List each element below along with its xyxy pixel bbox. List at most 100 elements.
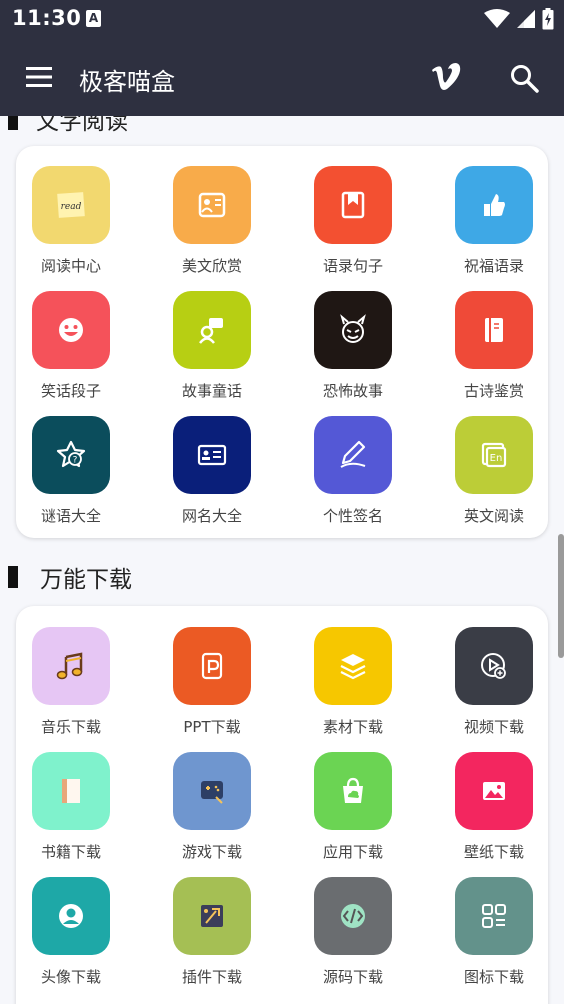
book-icon[interactable] [32,752,110,830]
grid-item-label: 素材下载 [322,718,383,736]
svg-text:En: En [490,453,503,464]
download-card: 音乐下载 PPT下载 素材下载 视频下载 书籍下载 游戏下载 应用下载 壁纸下载 头像下载 插件下… [16,606,548,1004]
svg-text:?: ? [73,456,78,466]
grid-item[interactable]: 祝福语录 [439,166,564,291]
riddle-star-icon[interactable]: ? [32,416,110,494]
vimeo-icon[interactable] [430,62,462,92]
poetry-book-icon[interactable] [455,291,533,369]
scrollbar[interactable] [558,534,564,658]
app-bar: 极客喵盒 [0,38,564,116]
status-icons [484,8,554,30]
grid-item-label: 游戏下载 [181,843,242,861]
music-note-icon[interactable] [32,627,110,705]
ppt-file-icon[interactable] [173,627,251,705]
grid-item[interactable]: 应用下载 [298,752,439,877]
wifi-icon [484,9,510,28]
grid-item-label: 祝福语录 [463,257,524,275]
game-controller-icon[interactable] [173,752,251,830]
storyteller-icon-glyph [199,318,223,344]
grid-item-label: 恐怖故事 [322,382,383,400]
grid-icon-glyph [482,904,506,928]
grid-item[interactable]: 图标下载 [439,877,564,1002]
profile-card-icon[interactable] [173,166,251,244]
signal-icon [517,10,535,28]
pen-signature-icon[interactable] [314,416,392,494]
grid-item-label: 应用下载 [322,843,383,861]
app-bag-icon-glyph [343,777,363,803]
status-time: 11:30 [12,6,82,30]
grid-item-label: 个性签名 [322,507,383,525]
video-play-icon-glyph [481,653,506,679]
thumbs-up-icon[interactable] [455,166,533,244]
storyteller-icon[interactable] [173,291,251,369]
grid-item[interactable]: 素材下载 [298,627,439,752]
grid-item[interactable]: 游戏下载 [157,752,298,877]
section-bar [8,566,18,588]
reading-card: read 阅读中心 美文欣赏 语录句子 祝福语录 笑话段子 故事童话 恐怖故事 古诗鉴赏? 谜语大… [16,146,548,538]
grid-item[interactable]: 头像下载 [16,877,157,1002]
plugin-icon[interactable] [173,877,251,955]
smiley-icon-glyph [59,318,83,342]
download-grid: 音乐下载 PPT下载 素材下载 视频下载 书籍下载 游戏下载 应用下载 壁纸下载 头像下载 插件下… [16,627,548,1002]
grid-item[interactable]: ? 谜语大全 [16,416,157,541]
grid-item[interactable]: PPT下载 [157,627,298,752]
menu-icon[interactable] [26,67,52,87]
devil-face-icon[interactable] [314,291,392,369]
ppt-file-icon-glyph [201,652,223,680]
video-play-icon[interactable] [455,627,533,705]
reading-grid: read 阅读中心 美文欣赏 语录句子 祝福语录 笑话段子 故事童话 恐怖故事 古诗鉴赏? 谜语大… [16,166,548,541]
grid-item[interactable]: 语录句子 [298,166,439,291]
grid-item-label: 头像下载 [40,968,101,986]
grid-item[interactable]: 插件下载 [157,877,298,1002]
grid-item-label: 故事童话 [181,382,242,400]
music-note-icon-glyph [56,652,83,680]
grid-icon[interactable] [455,877,533,955]
grid-item[interactable]: 视频下载 [439,627,564,752]
grid-item[interactable]: 网名大全 [157,416,298,541]
id-card-icon[interactable] [173,416,251,494]
grid-item[interactable]: read 阅读中心 [16,166,157,291]
grid-item[interactable]: 音乐下载 [16,627,157,752]
id-card-icon-glyph [197,444,227,466]
status-bar: 11:30 A [0,0,564,38]
bookmark-icon[interactable] [314,166,392,244]
grid-item[interactable]: 美文欣赏 [157,166,298,291]
code-icon[interactable] [314,877,392,955]
poetry-book-icon-glyph [485,318,503,342]
grid-item[interactable]: 壁纸下载 [439,752,564,877]
grid-item-label: 书籍下载 [40,843,101,861]
grid-item[interactable]: 故事童话 [157,291,298,416]
grid-item[interactable]: 源码下载 [298,877,439,1002]
image-icon[interactable] [455,752,533,830]
profile-card-icon-glyph [198,192,226,218]
battery-icon [542,8,554,30]
devil-face-icon-glyph [340,314,366,343]
grid-item-label: 插件下载 [181,968,242,986]
grid-item-label: 英文阅读 [463,507,524,525]
grid-item[interactable]: En 英文阅读 [439,416,564,541]
layers-icon[interactable] [314,627,392,705]
avatar-icon-glyph [59,904,83,928]
riddle-star-icon-glyph: ? [56,440,86,468]
read-note-icon[interactable]: read [32,166,110,244]
smiley-icon[interactable] [32,291,110,369]
grid-item[interactable]: 个性签名 [298,416,439,541]
english-en-icon[interactable]: En [455,416,533,494]
avatar-icon[interactable] [32,877,110,955]
app-bag-icon[interactable] [314,752,392,830]
grid-item-label: 谜语大全 [40,507,101,525]
grid-item-label: PPT下载 [183,718,241,736]
grid-item[interactable]: 恐怖故事 [298,291,439,416]
content-scroll[interactable]: 文字阅读 read 阅读中心 美文欣赏 语录句子 祝福语录 笑话段子 故事童话 恐怖故事 古诗鉴… [0,116,564,1004]
svg-text:read: read [61,202,82,212]
search-icon[interactable] [509,63,539,93]
grid-item-label: 古诗鉴赏 [463,382,524,400]
bookmark-icon-glyph [341,191,365,219]
book-icon-glyph [62,779,80,803]
image-icon-glyph [483,782,505,800]
pen-signature-icon-glyph [340,440,366,468]
grid-item[interactable]: 古诗鉴赏 [439,291,564,416]
read-note-icon-glyph: read [57,192,85,218]
grid-item[interactable]: 书籍下载 [16,752,157,877]
grid-item[interactable]: 笑话段子 [16,291,157,416]
